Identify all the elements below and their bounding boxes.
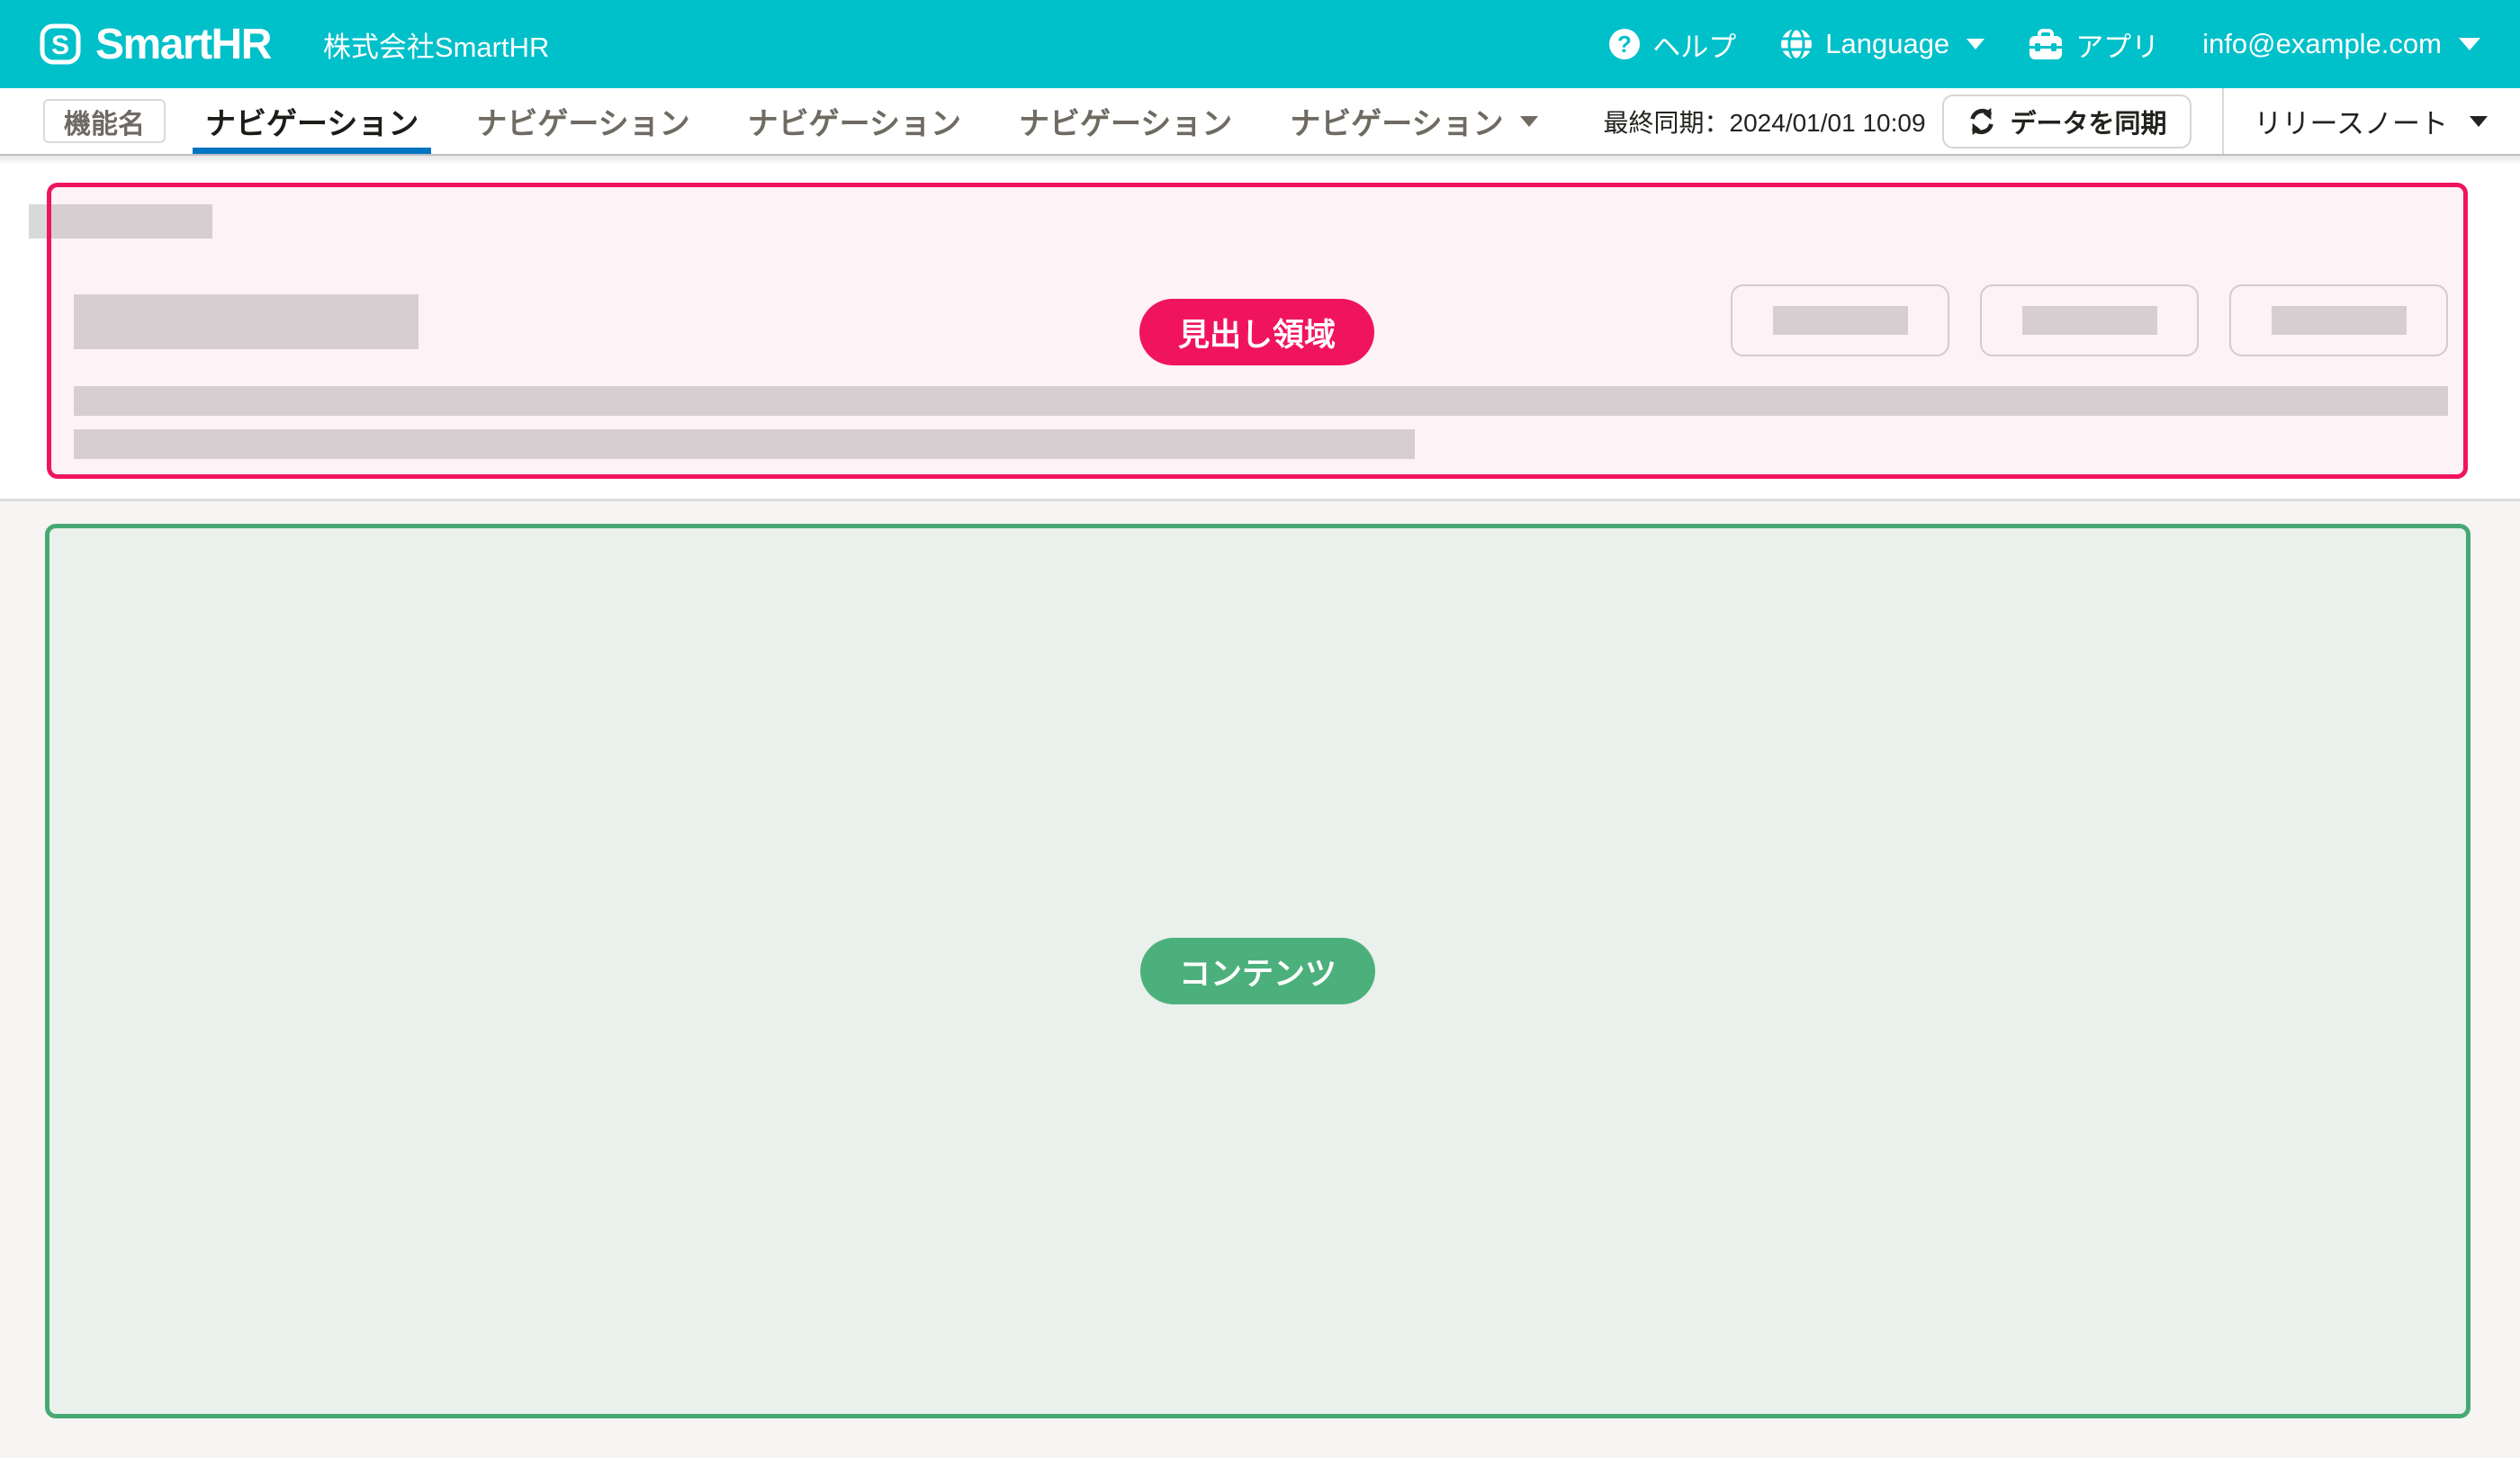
placeholder-title-bar bbox=[74, 294, 418, 349]
logo-wordmark: SmartHR bbox=[95, 20, 271, 69]
placeholder-button-label-bar bbox=[1773, 306, 1908, 335]
content-annotation-outline: コンテンツ bbox=[45, 524, 2470, 1418]
language-dropdown[interactable]: Language bbox=[1779, 27, 1984, 61]
svg-text:S: S bbox=[51, 31, 69, 60]
active-tab-underline bbox=[193, 148, 431, 154]
feature-name-badge: 機能名 bbox=[43, 99, 166, 143]
content-section: コンテンツ bbox=[0, 501, 2520, 1458]
toolbox-icon bbox=[2028, 27, 2064, 61]
apps-label: アプリ bbox=[2075, 24, 2159, 65]
chevron-down-icon bbox=[1966, 39, 1984, 50]
placeholder-button[interactable] bbox=[1980, 284, 2199, 356]
heading-area-annotation-badge: 見出し領域 bbox=[1139, 299, 1374, 365]
placeholder-button-label-bar bbox=[2272, 306, 2407, 335]
heading-action-buttons bbox=[1731, 284, 2448, 356]
smarthr-logo[interactable]: S SmartHR bbox=[40, 20, 271, 69]
nav-tab-label: ナビゲーション bbox=[205, 99, 418, 143]
chevron-down-icon bbox=[2470, 116, 2488, 127]
nav-tab-label: ナビゲーション bbox=[748, 99, 961, 143]
help-icon: ? bbox=[1608, 28, 1641, 60]
release-notes-dropdown[interactable]: リリースノート bbox=[2254, 101, 2488, 141]
chevron-down-icon bbox=[1520, 116, 1538, 127]
last-sync-status: 最終同期：2024/01/01 10:09 bbox=[1604, 104, 1926, 140]
content-annotation-badge: コンテンツ bbox=[1140, 938, 1375, 1004]
placeholder-button[interactable] bbox=[1731, 284, 1949, 356]
sync-data-button[interactable]: データを同期 bbox=[1942, 94, 2192, 148]
svg-text:?: ? bbox=[1617, 31, 1632, 58]
nav-divider bbox=[2222, 88, 2224, 154]
heading-area-section: 見出し領域 bbox=[0, 156, 2520, 499]
header-actions: ? ヘルプ Language bbox=[1608, 24, 2480, 65]
nav-tab-label: ナビゲーション bbox=[476, 99, 689, 143]
placeholder-button[interactable] bbox=[2229, 284, 2448, 356]
refresh-icon bbox=[1966, 106, 1997, 137]
company-name: 株式会社SmartHR bbox=[323, 24, 549, 65]
app-nav: 機能名 ナビゲーション ナビゲーション ナビゲーション ナビゲーション ナビゲー… bbox=[0, 88, 2520, 156]
nav-tab-2[interactable]: ナビゲーション bbox=[476, 88, 689, 154]
help-label: ヘルプ bbox=[1652, 24, 1736, 65]
apps-link[interactable]: アプリ bbox=[2028, 24, 2159, 65]
nav-tabs: ナビゲーション ナビゲーション ナビゲーション ナビゲーション ナビゲーション bbox=[205, 88, 1538, 154]
nav-tab-5-dropdown[interactable]: ナビゲーション bbox=[1290, 88, 1537, 154]
account-dropdown[interactable]: info@example.com bbox=[2202, 28, 2480, 60]
placeholder-breadcrumb-bar bbox=[29, 204, 212, 238]
smarthr-logo-icon: S bbox=[40, 23, 81, 65]
globe-icon bbox=[1779, 27, 1814, 61]
help-link[interactable]: ? ヘルプ bbox=[1608, 24, 1736, 65]
nav-right: 最終同期：2024/01/01 10:09 データを同期 リリースノート bbox=[1604, 88, 2488, 154]
nav-tab-3[interactable]: ナビゲーション bbox=[748, 88, 961, 154]
sync-button-label: データを同期 bbox=[2011, 103, 2167, 140]
nav-tab-1[interactable]: ナビゲーション bbox=[205, 88, 418, 154]
account-email: info@example.com bbox=[2202, 28, 2442, 60]
nav-tab-4[interactable]: ナビゲーション bbox=[1019, 88, 1232, 154]
release-notes-label: リリースノート bbox=[2254, 101, 2448, 141]
nav-tab-label: ナビゲーション bbox=[1290, 99, 1503, 143]
placeholder-text-line bbox=[74, 386, 2448, 416]
app-header: S SmartHR 株式会社SmartHR ? ヘルプ bbox=[0, 0, 2520, 88]
chevron-down-icon bbox=[2459, 38, 2480, 50]
placeholder-button-label-bar bbox=[2022, 306, 2157, 335]
placeholder-text-line bbox=[74, 429, 1415, 459]
language-label: Language bbox=[1825, 28, 1949, 60]
nav-tab-label: ナビゲーション bbox=[1019, 99, 1232, 143]
